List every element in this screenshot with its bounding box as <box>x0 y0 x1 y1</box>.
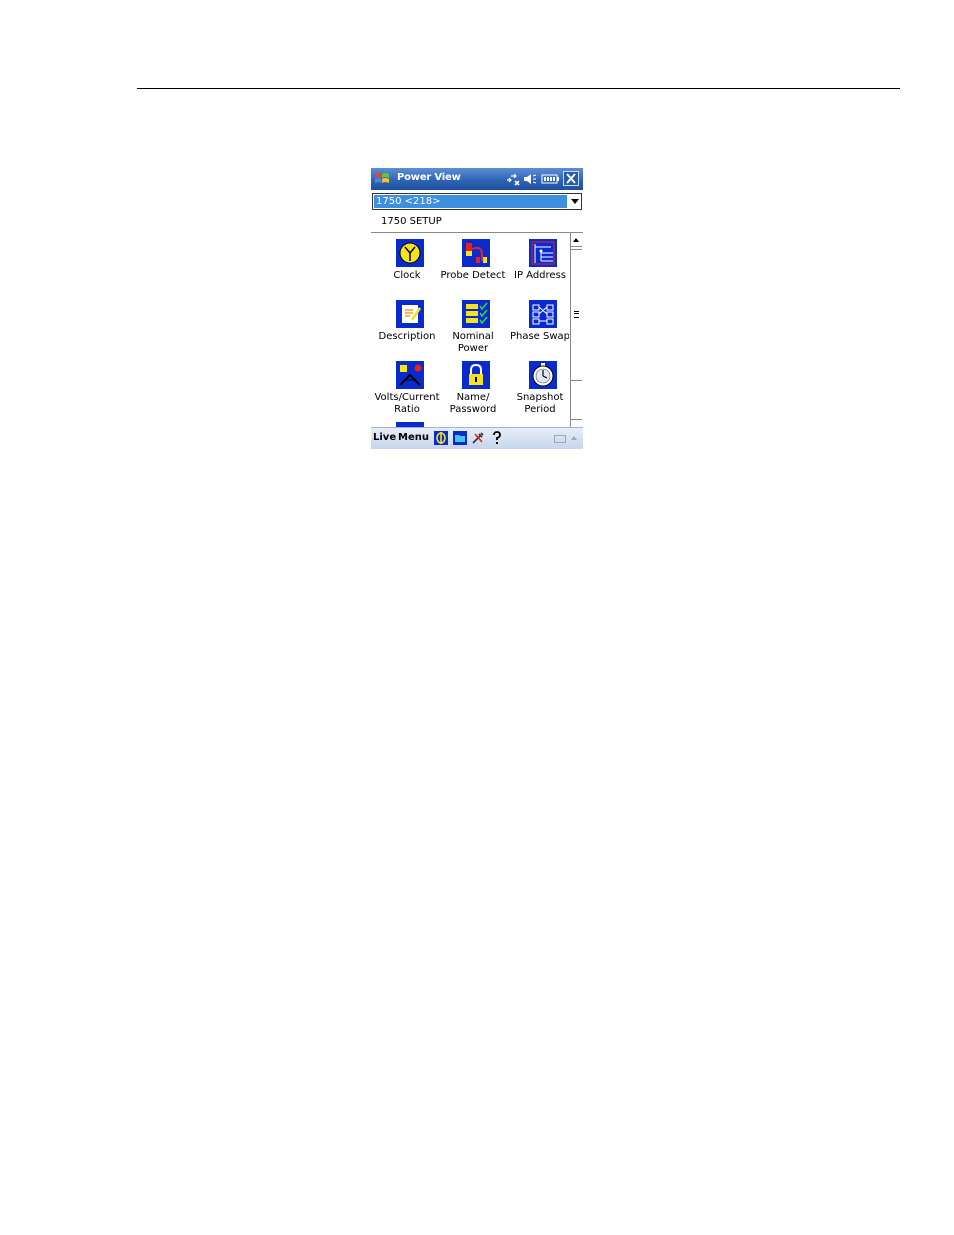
clock-icon <box>396 239 424 267</box>
setup-grid: Clock Probe Detect IP Address Descriptio… <box>371 233 569 427</box>
scroll-down-button[interactable] <box>571 419 582 427</box>
tile-label: Nominal Power <box>452 331 494 354</box>
tile-label: Name/ Password <box>449 392 497 415</box>
grip-icon <box>574 311 579 318</box>
section-title: 1750 SETUP <box>381 216 442 227</box>
vertical-scrollbar[interactable] <box>570 233 582 427</box>
tile-description[interactable]: Description <box>374 300 440 354</box>
padlock-icon <box>462 361 490 389</box>
tile-nominal-power[interactable]: Nominal Power <box>440 300 506 354</box>
tile-phase-swap[interactable]: Phase Swap <box>507 300 569 354</box>
ip-address-icon <box>529 239 557 267</box>
tile-label: Clock <box>393 270 421 281</box>
pocketpc-window: Power View 1750 <218> 1750 SETUP Clock P… <box>371 168 583 449</box>
connectivity-icon[interactable] <box>505 172 521 186</box>
device-select-value: 1750 <218> <box>374 195 567 208</box>
phase-icon[interactable] <box>434 431 448 445</box>
tile-label: Probe Detect <box>440 270 506 281</box>
tile-probe-detect[interactable]: Probe Detect <box>440 239 506 289</box>
device-select[interactable]: 1750 <218> <box>372 193 582 210</box>
tile-label: Snapshot Period <box>516 392 564 415</box>
scroll-up-button[interactable] <box>571 233 582 247</box>
title-bar: Power View <box>371 168 583 190</box>
folder-icon[interactable] <box>453 431 467 445</box>
speaker-icon[interactable] <box>523 172 537 186</box>
page-header-rule <box>137 88 900 89</box>
arrow-up-icon <box>573 238 579 242</box>
windows-start-icon[interactable] <box>374 171 390 187</box>
tile-snapshot-period[interactable]: Snapshot Period <box>507 361 569 415</box>
probe-detect-icon <box>462 239 490 267</box>
nominal-power-icon <box>462 300 490 328</box>
tile-volts-current-ratio[interactable]: Volts/Current Ratio <box>374 361 440 415</box>
battery-icon[interactable] <box>541 172 559 186</box>
chevron-down-icon[interactable] <box>571 199 579 204</box>
volts-current-ratio-icon <box>396 361 424 389</box>
tile-label: Phase Swap <box>509 331 569 342</box>
app-title: Power View <box>397 172 461 183</box>
close-icon <box>566 173 576 184</box>
tile-label: Description <box>378 331 436 342</box>
menu-bar: Live Menu <box>371 427 583 449</box>
menu-softkey[interactable]: Menu <box>398 432 429 443</box>
keyboard-arrow-up-icon[interactable] <box>571 436 577 440</box>
close-button[interactable] <box>563 171 579 186</box>
tile-ip-address[interactable]: IP Address <box>507 239 569 289</box>
stopwatch-icon <box>529 361 557 389</box>
tile-clock[interactable]: Clock <box>374 239 440 289</box>
keyboard-icon[interactable] <box>554 435 566 443</box>
tile-label: Volts/Current Ratio <box>374 392 440 415</box>
tile-name-password[interactable]: Name/ Password <box>440 361 506 415</box>
help-icon[interactable] <box>490 431 504 445</box>
tile-label: IP Address <box>514 270 566 281</box>
phase-swap-icon <box>529 300 557 328</box>
tools-icon[interactable] <box>471 431 485 445</box>
description-icon <box>396 300 424 328</box>
live-softkey[interactable]: Live <box>373 432 396 443</box>
